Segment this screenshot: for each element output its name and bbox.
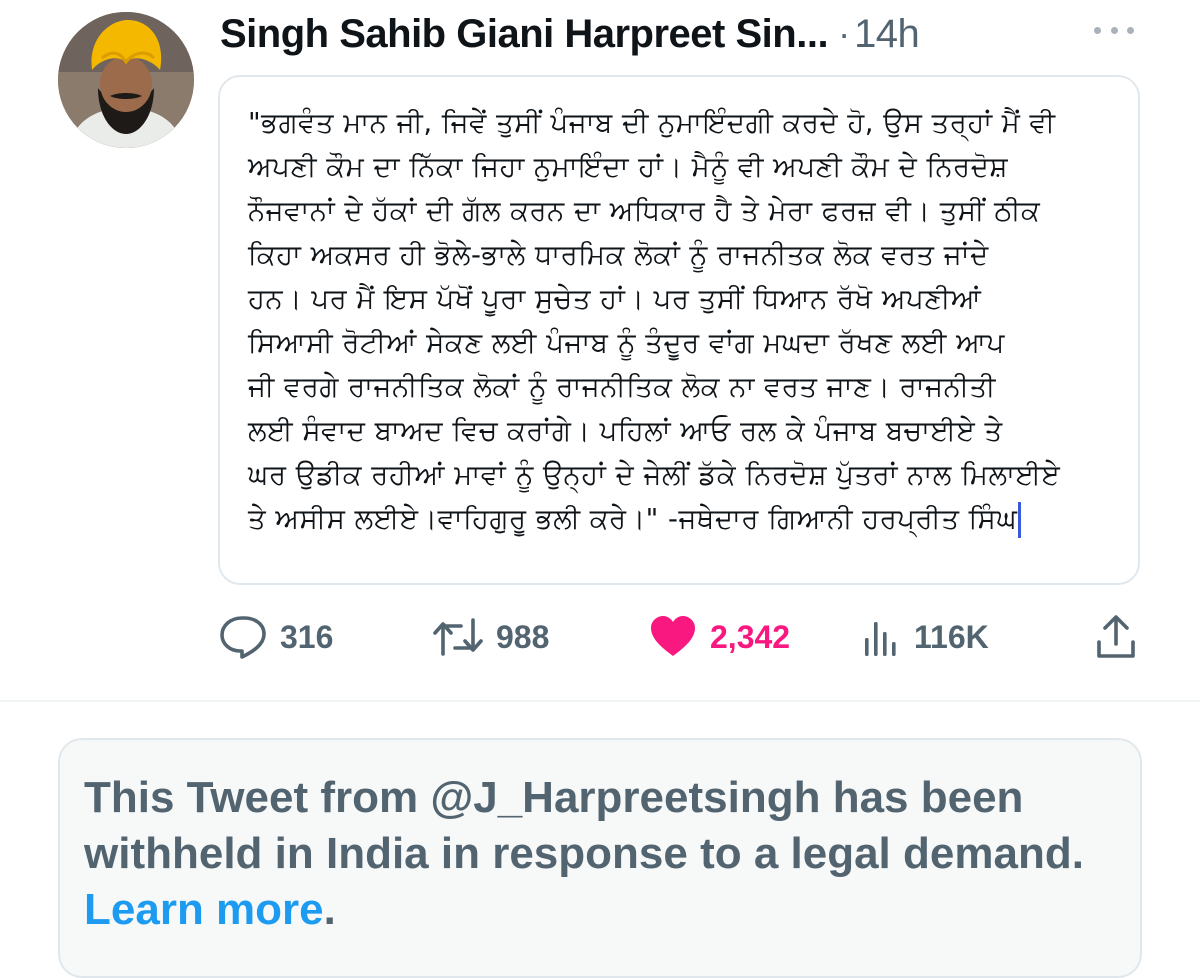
like-button[interactable]: 2,342 (648, 610, 790, 664)
heart-icon (648, 614, 698, 660)
author-name[interactable]: Singh Sahib Giani Harpreet Sin... (220, 12, 829, 57)
tweet-text-line: ਘਰ ਉਡੀਕ ਰਹੀਆਂ ਮਾਵਾਂ ਨੂੰ ਉਨ੍ਹਾਂ ਦੇ ਜੇਲੀਂ … (248, 459, 1061, 491)
tweet-text: "ਭਗਵੰਤ ਮਾਨ ਜੀ, ਜਿਵੇਂ ਤੁਸੀਂ ਪੰਜਾਬ ਦੀ ਨੁਮਾ… (248, 101, 1128, 541)
withheld-notice: This Tweet from @J_Harpreetsingh has bee… (58, 738, 1142, 978)
retweet-icon (432, 614, 484, 660)
avatar[interactable] (58, 12, 194, 148)
separator-dot: · (838, 13, 851, 54)
tweet-header: Singh Sahib Giani Harpreet Sin... · 14h (220, 8, 1180, 60)
tweet-text-line: ਕਿਹਾ ਅਕਸਰ ਹੀ ਭੋਲੇ-ਭਾਲੇ ਧਾਰਮਿਕ ਲੋਕਾਂ ਨੂੰ … (248, 239, 989, 271)
notice-period: . (323, 885, 336, 934)
tweet-text-line: "ਭਗਵੰਤ ਮਾਨ ਜੀ, ਜਿਵੇਂ ਤੁਸੀਂ ਪੰਜਾਬ ਦੀ ਨੁਮਾ… (248, 107, 1056, 139)
divider (0, 700, 1200, 702)
views-button[interactable]: 116K (862, 610, 989, 664)
tweet-text-line: ਲਈ ਸੰਵਾਦ ਬਾਅਦ ਵਿਚ ਕਰਾਂਗੇ। ਪਹਿਲਾਂ ਆਓ ਰਲ ਕ… (248, 415, 1003, 447)
tweet-text-line: ਅਪਣੀ ਕੌਮ ਦਾ ਨਿੱਕਾ ਜਿਹਾ ਨੁਮਾਇੰਦਾ ਹਾਂ। ਮੈਨ… (248, 151, 1009, 183)
tweet-text-line: ਹਨ। ਪਰ ਮੈਂ ਇਸ ਪੱਖੋਂ ਪੂਰਾ ਸੁਚੇਤ ਹਾਂ। ਪਰ ਤ… (248, 283, 982, 315)
tweet-text-line-last: ਤੇ ਅਸੀਸ ਲਈਏ।ਵਾਹਿਗੁਰੂ ਭਲੀ ਕਰੇ।" -ਜਥੇਦਾਰ ਗ… (248, 497, 1128, 541)
reply-count: 316 (280, 618, 334, 655)
tweet-time[interactable]: 14h (854, 12, 920, 57)
tweet-text-line: ਜੀ ਵਰਗੇ ਰਾਜਨੀਤਿਕ ਲੋਕਾਂ ਨੂੰ ਰਾਜਨੀਤਿਕ ਲੋਕ … (248, 371, 996, 403)
learn-more-link[interactable]: Learn more (84, 885, 324, 934)
withheld-message: This Tweet from @J_Harpreetsingh has bee… (84, 773, 1084, 878)
text-cursor (1018, 502, 1022, 538)
retweet-button[interactable]: 988 (432, 610, 549, 664)
like-count: 2,342 (710, 618, 791, 655)
tweet-text-line: ਨੌਜਵਾਨਾਂ ਦੇ ਹੱਕਾਂ ਦੀ ਗੱਲ ਕਰਨ ਦਾ ਅਧਿਕਾਰ ਹ… (248, 195, 1041, 227)
tweet-text-line: ਸਿਆਸੀ ਰੋਟੀਆਂ ਸੇਕਣ ਲਈ ਪੰਜਾਬ ਨੂੰ ਤੰਦੂਰ ਵਾਂ… (248, 327, 1005, 359)
share-button[interactable] (1094, 610, 1138, 664)
comment-icon (218, 614, 268, 660)
more-icon[interactable] (1094, 20, 1134, 40)
tweet-text-card: "ਭਗਵੰਤ ਮਾਨ ਜੀ, ਜਿਵੇਂ ਤੁਸੀਂ ਪੰਜਾਬ ਦੀ ਨੁਮਾ… (218, 75, 1140, 585)
reply-button[interactable]: 316 (218, 610, 333, 664)
retweet-count: 988 (496, 618, 550, 655)
action-bar: 316 988 2,342 116K (218, 610, 1148, 664)
views-icon (862, 614, 902, 660)
withheld-notice-text: This Tweet from @J_Harpreetsingh has bee… (84, 770, 1124, 938)
tweet-text-line: ਤੇ ਅਸੀਸ ਲਈਏ।ਵਾਹਿਗੁਰੂ ਭਲੀ ਕਰੇ।" -ਜਥੇਦਾਰ ਗ… (248, 503, 1018, 535)
views-count: 116K (914, 618, 989, 655)
share-icon (1094, 614, 1138, 660)
